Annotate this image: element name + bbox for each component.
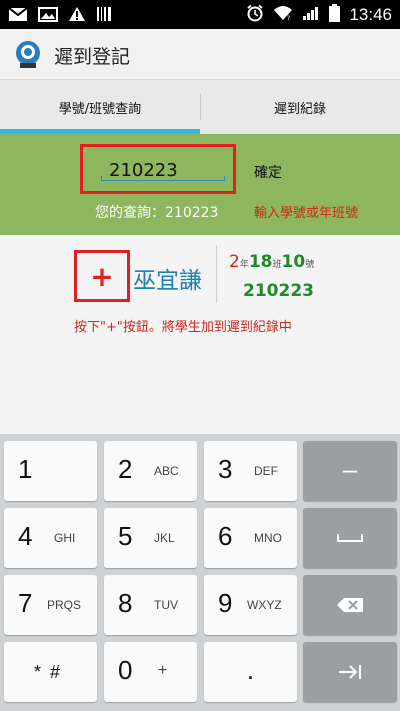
confirm-button[interactable]: 確定 [254,162,282,182]
key-7[interactable]: 7 PRQS [4,575,97,635]
query-highlight-box [80,144,236,194]
key-3[interactable]: 3 DEF [204,441,297,501]
barcode-icon [96,6,112,26]
mail-icon [8,6,28,26]
battery-icon [329,4,341,26]
student-name: 巫宜謙 [133,268,202,294]
signal-icon [302,5,320,25]
key-0[interactable]: 0 + [104,642,197,702]
app-logo-icon [14,39,42,69]
minus-key[interactable]: – [303,441,397,501]
seat-unit: 號 [305,260,315,270]
backspace-key[interactable] [303,575,397,635]
key-star-hash[interactable]: * # [4,642,97,702]
class-unit: 班 [272,260,282,270]
space-key[interactable] [303,508,397,568]
key-1[interactable]: 1 [4,441,97,501]
key-2[interactable]: 2 ABC [104,441,197,501]
next-arrow-icon [303,642,397,702]
student-divider [216,245,217,303]
key-9[interactable]: 9 WXYZ [204,575,297,635]
query-hint: 輸入學號或年班號 [254,206,359,221]
action-bar: 遲到登記 [0,29,400,79]
svg-text:?: ? [287,15,290,21]
status-bar: ? 13:46 [0,0,400,29]
key-4[interactable]: 4 GHI [4,508,97,568]
tab-bar: 學號/班號查詢 遲到紀錄 [0,79,400,134]
key-5[interactable]: 5 JKL [104,508,197,568]
grade-unit: 年 [239,260,249,270]
tab-label: 學號/班號查詢 [58,102,142,117]
tab-id-query[interactable]: 學號/班號查詢 [0,80,200,135]
image-icon [38,6,58,26]
key-period[interactable]: . [204,642,297,702]
query-result-text: 您的查詢：210223 [95,205,219,221]
app-title: 遲到登記 [54,46,131,68]
warning-icon [68,6,86,26]
status-time: 13:46 [349,5,392,24]
wifi-icon: ? [273,5,293,25]
key-6[interactable]: 6 MNO [204,508,297,568]
space-icon [303,508,397,568]
add-student-button[interactable]: + [74,250,130,302]
next-key[interactable] [303,642,397,702]
query-panel: 確定 您的查詢：210223 輸入學號或年班號 [0,134,400,235]
numeric-keyboard: 1 2 ABC 3 DEF – 4 GHI 5 JKL 6 MNO 7 PRQS… [0,434,400,711]
tab-late-records[interactable]: 遲到紀錄 [200,80,400,135]
student-grade: 2 [229,252,240,272]
student-seat-no: 10 [281,252,306,272]
plus-icon: + [90,259,114,293]
student-id: 210223 [243,281,314,301]
add-instruction: 按下"+"按鈕。將學生加到遲到紀錄中 [74,320,292,335]
input-underline [101,176,225,181]
tab-label: 遲到紀錄 [273,102,326,117]
key-8[interactable]: 8 TUV [104,575,197,635]
student-class-info: 2年18班10號 [229,252,314,272]
alarm-icon [246,4,264,26]
student-class-no: 18 [248,252,273,272]
backspace-icon [303,575,397,635]
